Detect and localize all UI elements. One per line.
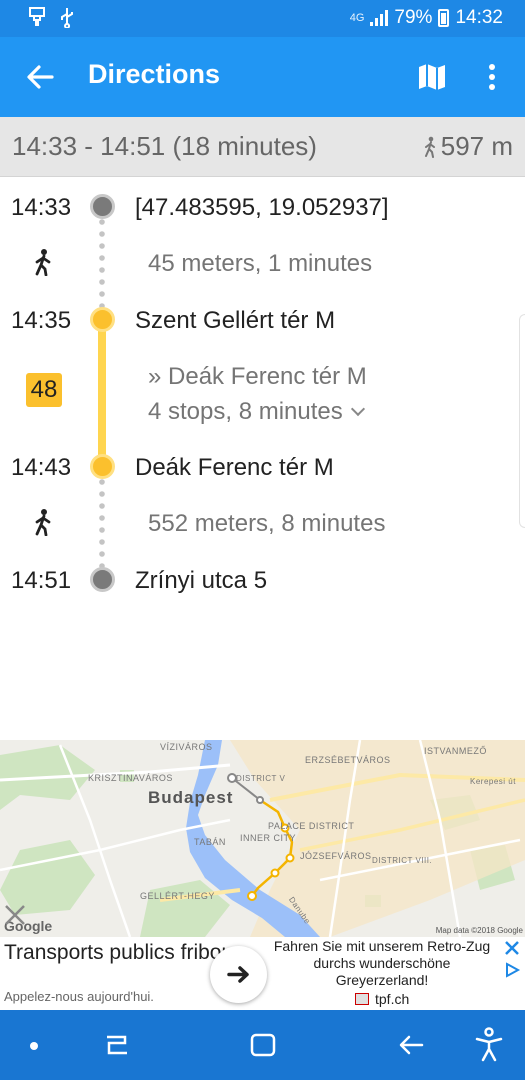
map-label: KRISZTINAVÁROS [88, 773, 173, 783]
back-arrow-icon[interactable] [22, 59, 58, 95]
transit-line [98, 322, 106, 464]
start-time: 14:33 [11, 194, 72, 221]
board-stop-marker [90, 307, 115, 332]
map-label: ISTVANMEZŐ [424, 746, 487, 756]
more-options-icon[interactable] [480, 61, 504, 93]
map-city-label: Budapest [148, 788, 234, 807]
end-location[interactable]: Zrínyi utca 5 [135, 567, 267, 595]
chevron-down-icon [350, 401, 365, 417]
battery-percent: 79% [394, 7, 433, 28]
start-location[interactable]: [47.483595, 19.052937] [135, 194, 389, 222]
network-type: 4G [349, 12, 365, 24]
system-nav-bar [0, 1010, 525, 1080]
transit-direction: » Deák Ferenc tér M [148, 363, 367, 390]
walk-icon [35, 249, 51, 276]
walk-segment-1: 45 meters, 1 minutes [148, 250, 373, 277]
status-bar: 4G 79% 14:32 [0, 0, 525, 37]
accessibility-icon[interactable] [474, 1027, 504, 1063]
start-marker [90, 194, 115, 219]
ad-close-icon[interactable] [503, 939, 521, 957]
usb-icon [61, 8, 73, 28]
signal-icon [370, 10, 389, 26]
itinerary: 14:33 [47.483595, 19.052937] 45 meters, … [0, 178, 525, 740]
map-label: JÓZSEFVÁROS [300, 851, 372, 861]
recent-apps-icon[interactable] [103, 1033, 131, 1057]
arrow-right-icon [227, 966, 249, 983]
transit-stops-toggle[interactable]: 4 stops, 8 minutes [148, 398, 365, 426]
ad-promo-text[interactable]: Fahren Sie mit unserem Retro-Zug durchs … [268, 938, 496, 989]
trip-walk-distance: 597 m [423, 131, 513, 162]
map-label: Kerepesi út [470, 777, 516, 786]
back-button-icon[interactable] [396, 1032, 426, 1058]
dot-indicator-icon [30, 1042, 38, 1050]
walk-icon [35, 509, 51, 536]
walk-segment-2: 552 meters, 8 minutes [148, 510, 386, 537]
ad-cta-button[interactable] [210, 946, 267, 1003]
walk-connector [99, 479, 105, 569]
map-label: DISTRICT VIII. [372, 856, 433, 865]
adchoices-icon[interactable] [503, 961, 521, 979]
end-time: 14:51 [11, 567, 72, 594]
walk-connector [99, 219, 105, 309]
route-map[interactable]: VÍZIVÁROS ERZSÉBETVÁROS ISTVANMEZŐ KRISZ… [0, 740, 525, 937]
map-label: INNER CITY [240, 833, 297, 843]
map-label: TABÁN [194, 837, 226, 847]
scroll-handle[interactable] [519, 314, 525, 528]
home-button-icon[interactable] [249, 1032, 277, 1058]
site-favicon [355, 993, 369, 1005]
route-badge: 48 [26, 373, 62, 407]
ad-site[interactable]: tpf.ch [355, 991, 409, 1007]
map-label: VÍZIVÁROS [160, 742, 213, 752]
map-icon[interactable] [416, 61, 448, 93]
ad-headline[interactable]: Transports publics fribou [4, 940, 233, 965]
map-label: ERZSÉBETVÁROS [305, 755, 391, 765]
notification-icon [29, 7, 45, 26]
map-label: DISTRICT V [236, 774, 286, 783]
ad-subline: Appelez-nous aujourd'hui. [4, 989, 154, 1004]
close-icon[interactable] [0, 900, 30, 930]
page-title: Directions [88, 59, 221, 89]
map-attribution: Map data ©2018 Google [435, 926, 523, 935]
board-stop[interactable]: Szent Gellért tér M [135, 307, 335, 335]
alight-stop-marker [90, 454, 115, 479]
alight-stop[interactable]: Deák Ferenc tér M [135, 454, 334, 482]
status-time: 14:32 [455, 7, 503, 28]
app-bar: Directions [0, 37, 525, 117]
end-marker [90, 567, 115, 592]
walk-icon [424, 136, 435, 158]
ad-banner[interactable]: Transports publics fribou Appelez-nous a… [0, 937, 525, 1010]
alight-time: 14:43 [11, 454, 72, 481]
trip-time-range: 14:33 - 14:51 (18 minutes) [12, 131, 317, 161]
board-time: 14:35 [11, 307, 72, 334]
battery-icon [438, 9, 450, 27]
map-label: PALACE DISTRICT [268, 821, 355, 831]
trip-summary: 14:33 - 14:51 (18 minutes) 597 m [0, 117, 525, 177]
map-label: GELLÉRT-HEGY [140, 891, 215, 901]
